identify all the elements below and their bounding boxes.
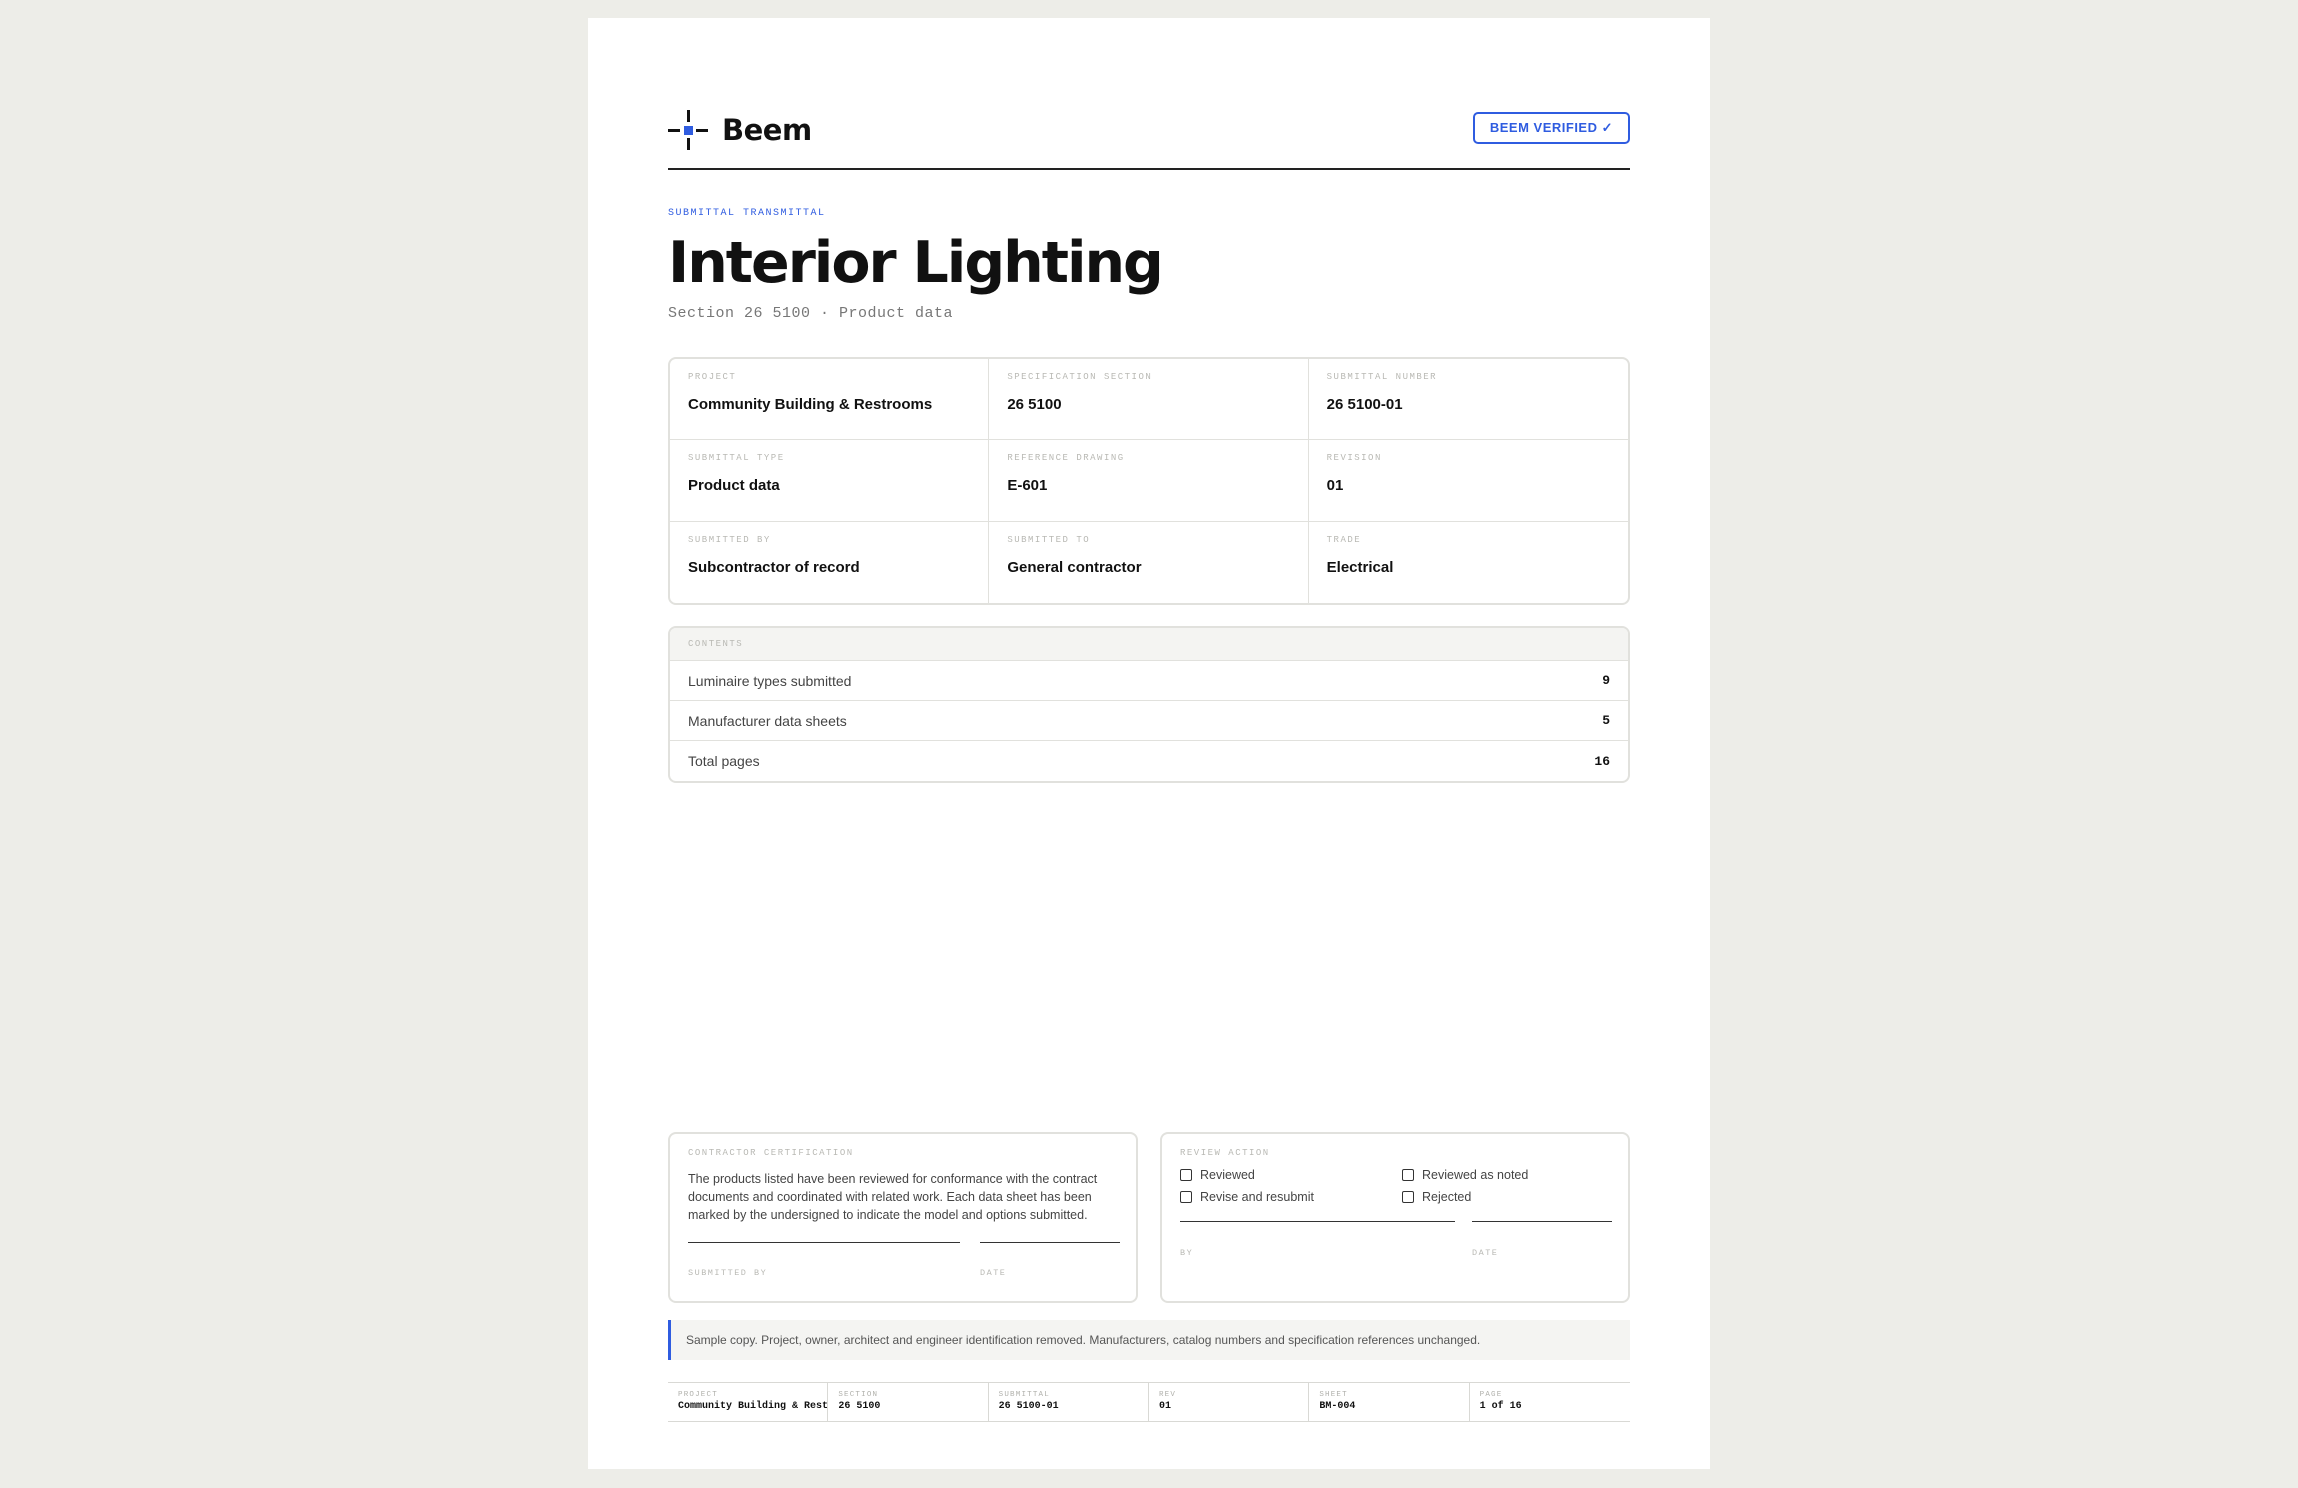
review-heading: REVIEW ACTION [1180,1148,1270,1158]
footer-value: 01 [1158,1401,1171,1412]
certification-text: The products listed have been reviewed f… [688,1172,1098,1222]
footer-cell-project: PROJECT Community Building & Rest [668,1383,829,1421]
checkbox-revise-and-resubmit[interactable]: Revise and resubmit [1180,1190,1314,1204]
info-value: 26 5100-01 [1326,396,1403,413]
info-value: Electrical [1326,558,1394,576]
info-value: 01 [1326,477,1344,495]
checkbox-icon[interactable] [1180,1169,1192,1181]
contractor-certification: CONTRACTOR CERTIFICATION The products li… [668,1132,1138,1303]
info-label: SUBMITTAL TYPE [688,453,785,464]
info-cell-submittal-type: SUBMITTAL TYPE Product data [670,440,990,522]
info-label: PROJECT [688,372,737,382]
footer-value: 26 5100-01 [998,1401,1059,1412]
info-label: REVISION [1326,453,1382,464]
info-value: General contractor [1007,558,1142,576]
review-action: REVIEW ACTION Reviewed Reviewed as noted… [1160,1132,1630,1303]
info-cell-trade: TRADE Electrical [1309,522,1628,603]
footer-label: SHEET [1319,1391,1348,1399]
contents-row-value: 5 [1602,713,1610,728]
verified-badge: BEEM VERIFIED ✓ [1472,112,1630,144]
info-label: TRADE [1326,534,1362,545]
footer-label: PROJECT [678,1391,718,1399]
info-label: REFERENCE DRAWING [1007,453,1125,464]
review-date-label: DATE [1472,1248,1499,1258]
contents-row-value: 9 [1602,673,1610,688]
contents-row: Luminaire types submitted 9 [670,661,1628,701]
info-cell-submitted-to: SUBMITTED TO General contractor [989,521,1309,603]
info-label: SUBMITTED BY [688,534,771,545]
footer-cell-submittal: SUBMITTAL 26 5100-01 [989,1383,1149,1421]
checkbox-label: Reviewed [1200,1168,1255,1182]
sample-copy-note: Sample copy. Project, owner, architect a… [668,1320,1630,1360]
info-cell-spec-section: SPECIFICATION SECTION 26 5100 [989,359,1309,441]
info-value: Subcontractor of record [688,558,860,576]
reviewer-label: BY [1180,1248,1194,1258]
beem-logo-icon [668,110,708,150]
contents-row-label: Manufacturer data sheets [688,712,847,729]
signature-label: SUBMITTED BY [688,1268,768,1278]
page-subtitle: Section 26 5100 · Product data [668,305,954,322]
footer-label: REV [1158,1391,1177,1399]
date-label: DATE [980,1268,1007,1278]
contents-header: CONTENTS [670,628,1628,661]
submittal-info-grid: PROJECT Community Building & Restrooms S… [668,357,1630,605]
info-label: SUBMITTED TO [1007,534,1091,545]
info-value: Product data [688,477,780,495]
brand-logo: Beem [668,110,812,150]
brand-name: Beem [722,113,812,147]
checkbox-label: Rejected [1422,1190,1472,1204]
checkbox-icon[interactable] [1180,1191,1192,1203]
contents-row-label: Total pages [688,753,760,769]
contents-row: Manufacturer data sheets 5 [670,701,1628,741]
checkbox-label: Revise and resubmit [1200,1190,1314,1204]
review-date-line[interactable] [1472,1221,1612,1222]
info-label: SPECIFICATION SECTION [1007,372,1153,382]
signature-line[interactable] [688,1242,960,1243]
contents-row: Total pages 16 [670,741,1628,781]
contents-row-value: 16 [1594,753,1610,769]
info-label: SUBMITTAL NUMBER [1326,372,1438,382]
contents-row-label: Luminaire types submitted [688,672,852,689]
info-cell-reference-drawing: REFERENCE DRAWING E-601 [989,440,1309,522]
checkbox-icon[interactable] [1402,1169,1414,1181]
info-value: E-601 [1007,477,1048,495]
info-cell-submittal-number: SUBMITTAL NUMBER 26 5100-01 [1308,359,1628,441]
info-cell-submitted-by: SUBMITTED BY Subcontractor of record [670,521,990,603]
info-cell-revision: REVISION 01 [1308,440,1628,522]
footer-value: Community Building & Rest [678,1401,829,1412]
reviewer-signature-line[interactable] [1180,1221,1455,1222]
page-title: Interior Lighting [668,230,1164,296]
footer-cell-page: PAGE 1 of 16 [1470,1383,1630,1421]
checkbox-icon[interactable] [1402,1191,1414,1203]
checkbox-reviewed[interactable]: Reviewed [1180,1168,1255,1182]
title-block-footer: PROJECT Community Building & Rest SECTIO… [668,1382,1630,1422]
certification-heading: CONTRACTOR CERTIFICATION [688,1148,854,1158]
document-header: Beem BEEM VERIFIED ✓ [668,90,1630,170]
footer-cell-rev: REV 01 [1149,1383,1310,1421]
footer-label: PAGE [1479,1391,1503,1399]
footer-value: 26 5100 [838,1401,881,1412]
checkbox-label: Reviewed as noted [1422,1168,1529,1182]
document-eyebrow: SUBMITTAL TRANSMITTAL [668,208,826,219]
footer-label: SUBMITTAL [998,1391,1050,1399]
info-value: 26 5100 [1007,396,1062,413]
checkbox-reviewed-as-noted[interactable]: Reviewed as noted [1402,1168,1528,1182]
footer-cell-section: SECTION 26 5100 [828,1383,989,1421]
contents-table: CONTENTS Luminaire types submitted 9 Man… [668,626,1630,783]
contents-heading: CONTENTS [688,639,744,649]
info-cell-project: PROJECT Community Building & Restrooms [670,359,990,441]
document-page: Beem BEEM VERIFIED ✓ SUBMITTAL TRANSMITT… [588,18,1710,1469]
checkbox-rejected[interactable]: Rejected [1402,1190,1471,1204]
footer-value: BM-004 [1319,1401,1356,1412]
info-value: Community Building & Restrooms [688,396,933,413]
footer-value: 1 of 16 [1479,1401,1522,1412]
footer-cell-sheet: SHEET BM-004 [1309,1383,1470,1421]
date-line[interactable] [980,1242,1120,1243]
footer-label: SECTION [838,1391,879,1399]
